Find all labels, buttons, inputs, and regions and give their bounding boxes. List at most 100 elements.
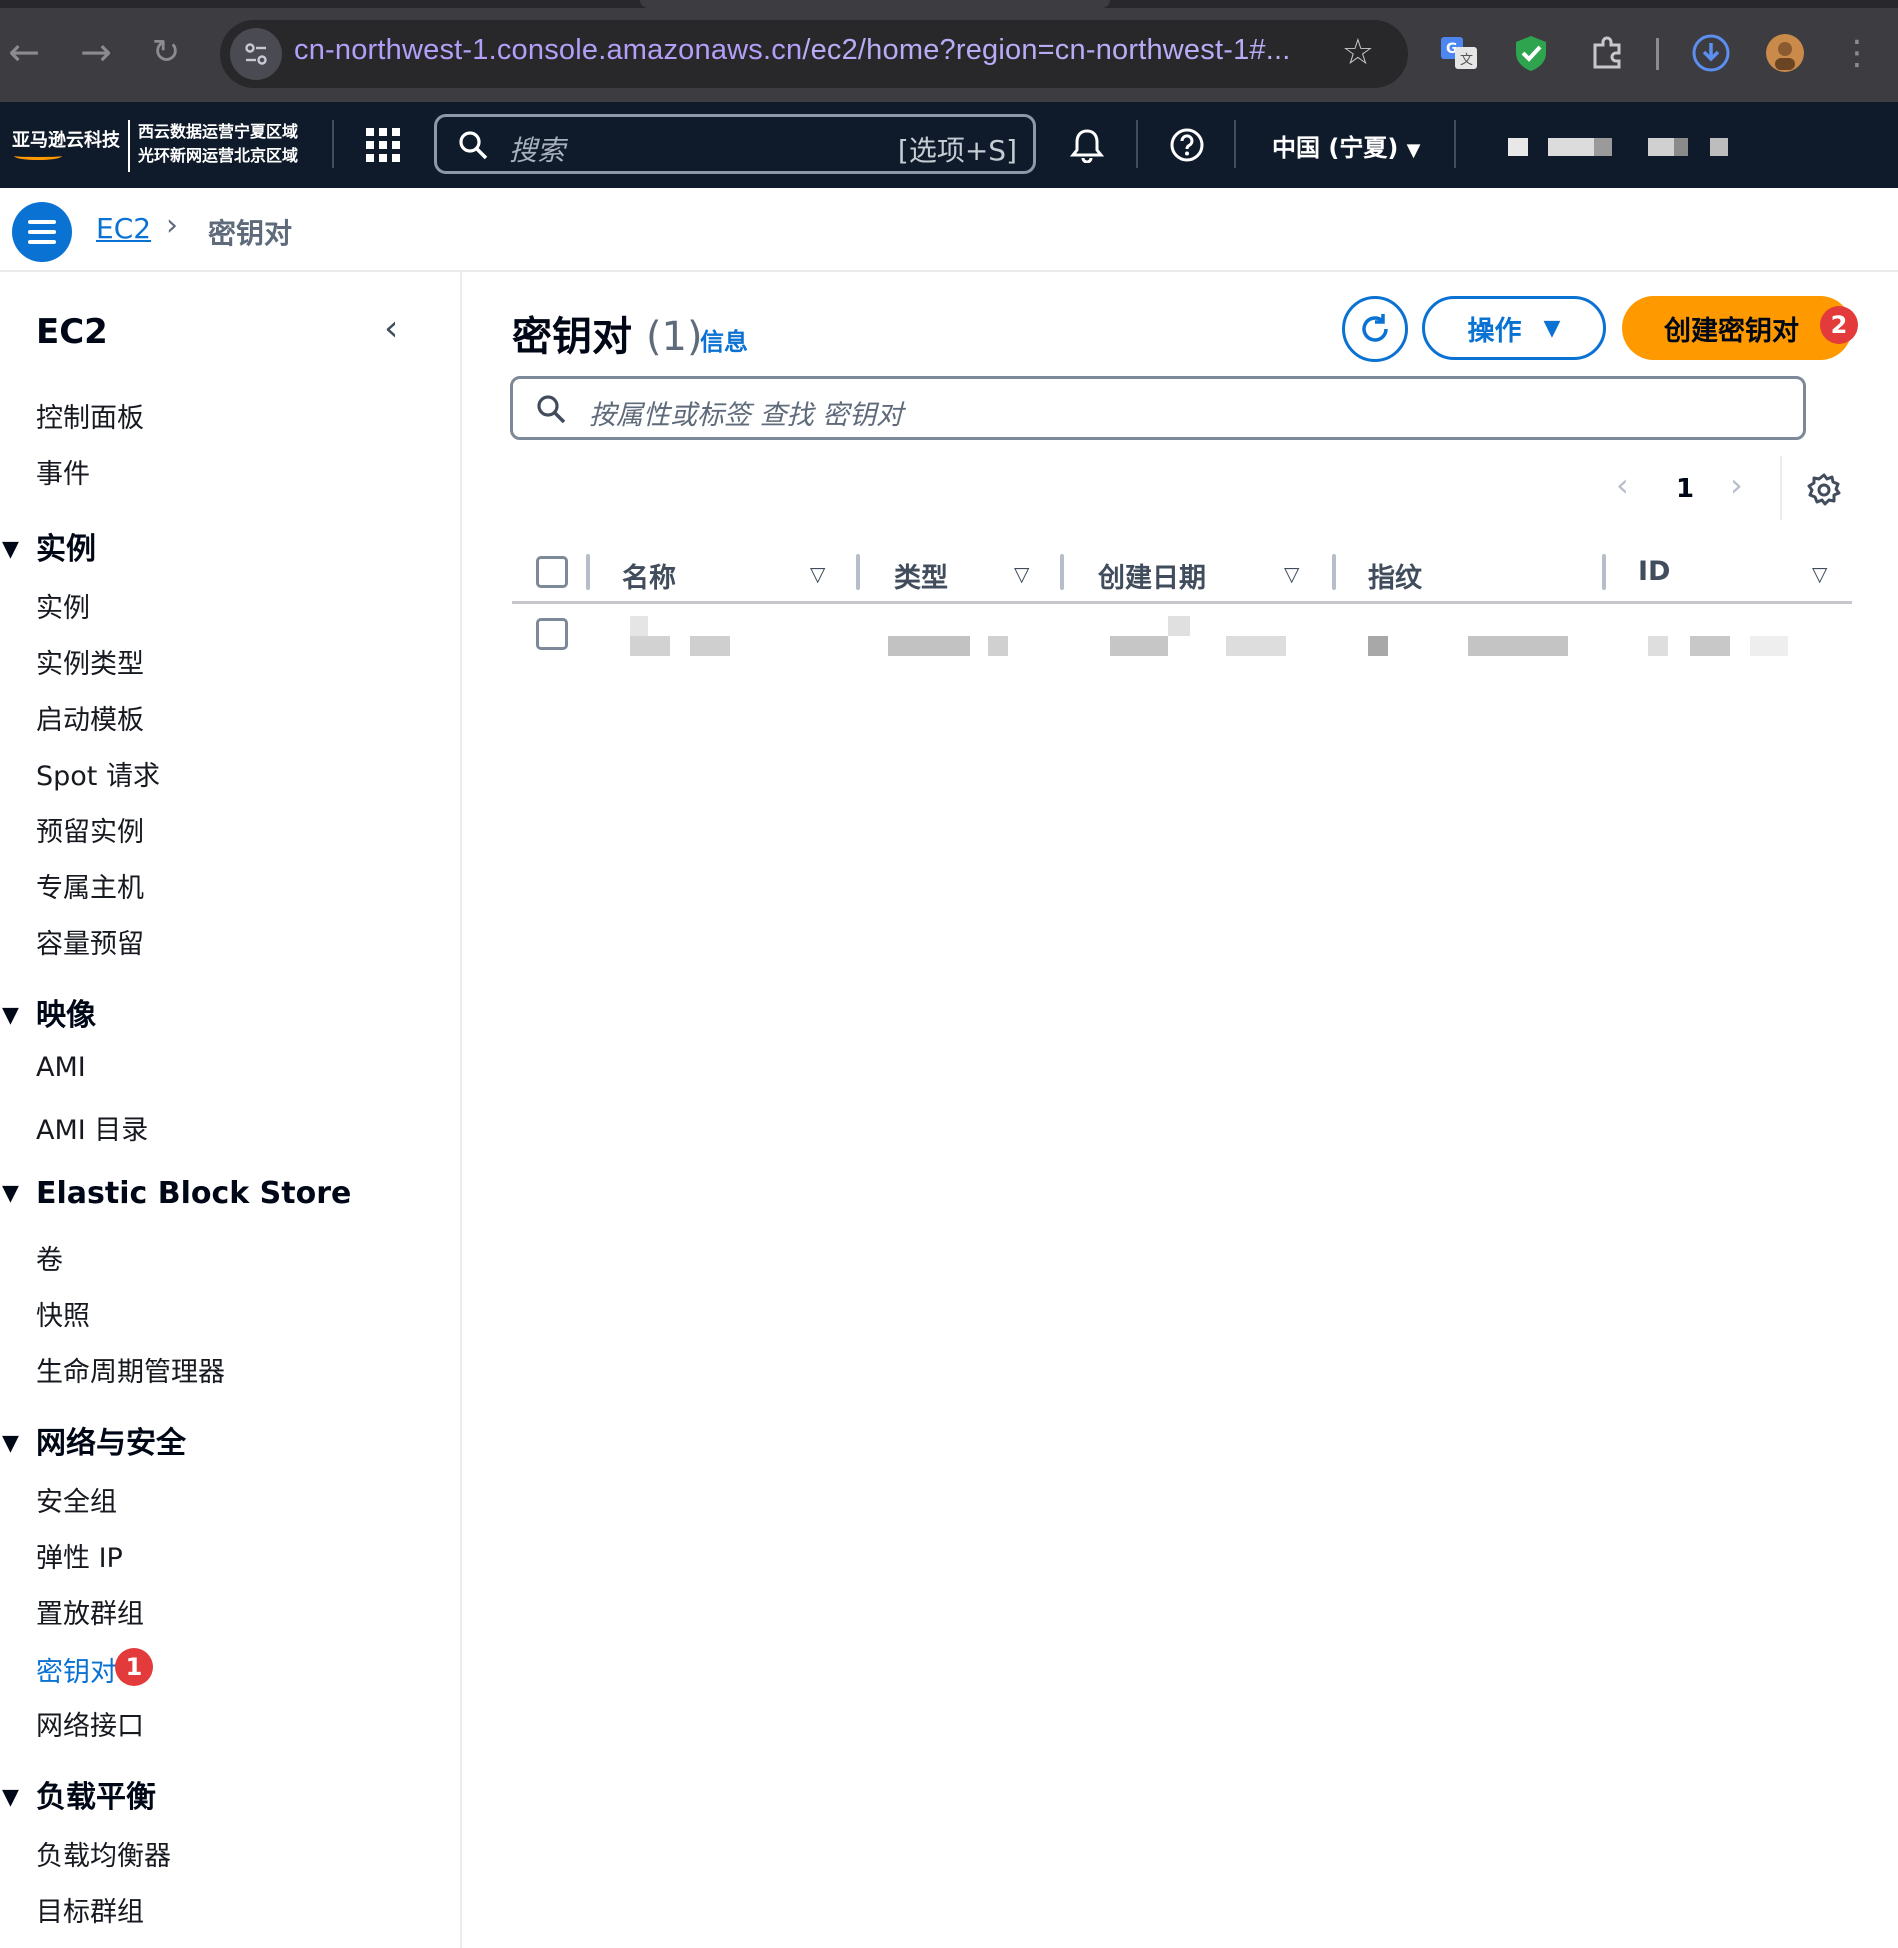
collapse-sidebar-icon[interactable]: ‹ [384,308,398,349]
sidebar-title[interactable]: EC2 [36,312,108,352]
column-divider[interactable] [1602,554,1606,590]
sidebar-item-key-pairs[interactable]: 密钥对 1 [36,1648,153,1689]
sidebar-section-images[interactable]: ▼ 映像 [0,990,96,1034]
next-page-icon[interactable]: › [1730,466,1743,504]
column-divider[interactable] [1060,554,1064,590]
page-title-text: 密钥对 [512,314,632,360]
sidebar-item-placement-groups[interactable]: 置放群组 [36,1592,144,1631]
download-icon[interactable] [1688,30,1734,76]
sidebar-item-ami[interactable]: AMI [36,1052,86,1083]
region-selector[interactable]: 中国 (宁夏) ▼ [1272,128,1421,163]
sidebar-item-dashboard[interactable]: 控制面板 [36,396,144,435]
column-divider[interactable] [1332,554,1336,590]
redacted-cell [1468,636,1568,656]
sidebar-section-ebs[interactable]: ▼ Elastic Block Store [0,1176,351,1211]
address-bar[interactable]: cn-northwest-1.console.amazonaws.cn/ec2/… [220,20,1408,88]
caret-down-icon: ▼ [2,1181,19,1206]
url-text[interactable]: cn-northwest-1.console.amazonaws.cn/ec2/… [294,34,1291,67]
caret-down-icon: ▼ [2,1431,19,1456]
sidebar-item-network-interfaces[interactable]: 网络接口 [36,1704,144,1743]
page-title: 密钥对 (1) [512,304,703,362]
previous-page-icon[interactable]: ‹ [1616,466,1629,504]
sidebar-item-ami-catalog[interactable]: AMI 目录 [36,1108,148,1147]
notifications-bell-icon[interactable] [1062,120,1112,170]
sidebar-item-elastic-ip[interactable]: 弹性 IP [36,1536,123,1575]
column-divider[interactable] [586,554,590,590]
sidebar-item-capacity-reservations[interactable]: 容量预留 [36,922,144,961]
sidebar-section-load-balancing[interactable]: ▼ 负载平衡 [0,1772,156,1816]
refresh-button[interactable] [1342,296,1408,362]
column-header-type[interactable]: 类型 [894,556,948,595]
extensions-puzzle-icon[interactable] [1584,30,1630,76]
sidebar-item-spot-requests[interactable]: Spot 请求 [36,754,160,793]
sidebar-item-volumes[interactable]: 卷 [36,1238,63,1277]
step-badge: 1 [115,1648,153,1686]
breadcrumb-ec2-link[interactable]: EC2 [96,212,151,245]
translate-icon[interactable]: G文 [1436,30,1482,76]
actions-dropdown-button[interactable]: 操作 ▼ [1422,296,1606,360]
search-icon [459,131,488,160]
sidebar-item-events[interactable]: 事件 [36,452,90,491]
global-search-input[interactable]: 搜索 [选项+S] [434,114,1036,174]
logo-sub-line2: 光环新网运营北京区域 [138,146,299,165]
select-all-checkbox[interactable] [536,556,568,588]
current-page-number[interactable]: 1 [1676,474,1694,504]
redacted-cell [1368,636,1388,656]
nav-divider [1234,120,1236,168]
caret-down-icon: ▼ [1406,140,1421,161]
sidebar-section-instances[interactable]: ▼ 实例 [0,524,96,568]
column-header-created[interactable]: 创建日期 [1098,556,1206,595]
back-icon[interactable]: ← [2,30,46,74]
refresh-icon [1362,314,1388,342]
sidebar-item-target-groups[interactable]: 目标群组 [36,1890,144,1929]
sort-icon[interactable]: ▽ [1284,562,1299,586]
item-count: (1) [645,314,703,360]
search-shortcut: [选项+S] [897,134,1017,167]
section-label: Elastic Block Store [36,1176,352,1211]
breadcrumb-current: 密钥对 [208,217,293,250]
sort-icon[interactable]: ▽ [1812,562,1827,586]
logo-sub-line1: 西云数据运营宁夏区域 [138,122,299,141]
help-icon[interactable] [1162,120,1212,170]
active-tab[interactable] [640,0,1110,8]
profile-avatar[interactable] [1762,30,1808,76]
region-label: 中国 (宁夏) [1272,134,1399,162]
browser-toolbar: ← → ↻ cn-northwest-1.console.amazonaws.c… [0,0,1898,102]
site-info-icon[interactable] [230,28,282,80]
sidebar-item-instances[interactable]: 实例 [36,586,90,625]
sidebar-item-lifecycle-manager[interactable]: 生命周期管理器 [36,1350,225,1389]
sort-icon[interactable]: ▽ [810,562,825,586]
forward-icon[interactable]: → [74,30,118,74]
sidebar-item-dedicated-hosts[interactable]: 专属主机 [36,866,144,905]
info-link[interactable]: 信息 [700,322,748,357]
redacted-cell [988,636,1008,656]
shield-extension-icon[interactable] [1508,30,1554,76]
redacted-cell [1690,636,1730,656]
sidebar-item-reserved-instances[interactable]: 预留实例 [36,810,144,849]
create-key-pair-button[interactable]: 创建密钥对 2 [1622,296,1858,360]
sidebar-section-network-security[interactable]: ▼ 网络与安全 [0,1418,186,1462]
bookmark-star-icon[interactable]: ☆ [1342,32,1374,73]
sidebar-item-load-balancers[interactable]: 负载均衡器 [36,1834,171,1873]
column-header-id[interactable]: ID [1638,556,1670,587]
column-header-name[interactable]: 名称 [622,556,676,595]
tab-strip [0,0,1898,8]
services-grid-icon[interactable] [366,128,400,162]
row-checkbox[interactable] [536,618,568,650]
table-settings-gear-icon[interactable] [1806,472,1842,512]
pager-divider [1780,456,1782,520]
column-header-fingerprint[interactable]: 指纹 [1368,556,1422,595]
sidebar-item-label: 密钥对 [36,1657,117,1688]
reload-icon[interactable]: ↻ [144,30,188,74]
sidebar-item-launch-templates[interactable]: 启动模板 [36,698,144,737]
browser-menu-icon[interactable]: ⋮ [1834,30,1880,76]
sidebar-item-instance-types[interactable]: 实例类型 [36,642,144,681]
sidebar-item-security-groups[interactable]: 安全组 [36,1480,117,1519]
sidebar-item-snapshots[interactable]: 快照 [36,1294,90,1333]
account-blur [1710,138,1728,156]
logo-text[interactable]: 亚马逊云科技 [12,126,120,152]
sort-icon[interactable]: ▽ [1014,562,1029,586]
column-divider[interactable] [856,554,860,590]
hamburger-menu-icon[interactable] [12,202,72,262]
key-pair-filter-input[interactable]: 按属性或标签 查找 密钥对 [510,376,1806,440]
